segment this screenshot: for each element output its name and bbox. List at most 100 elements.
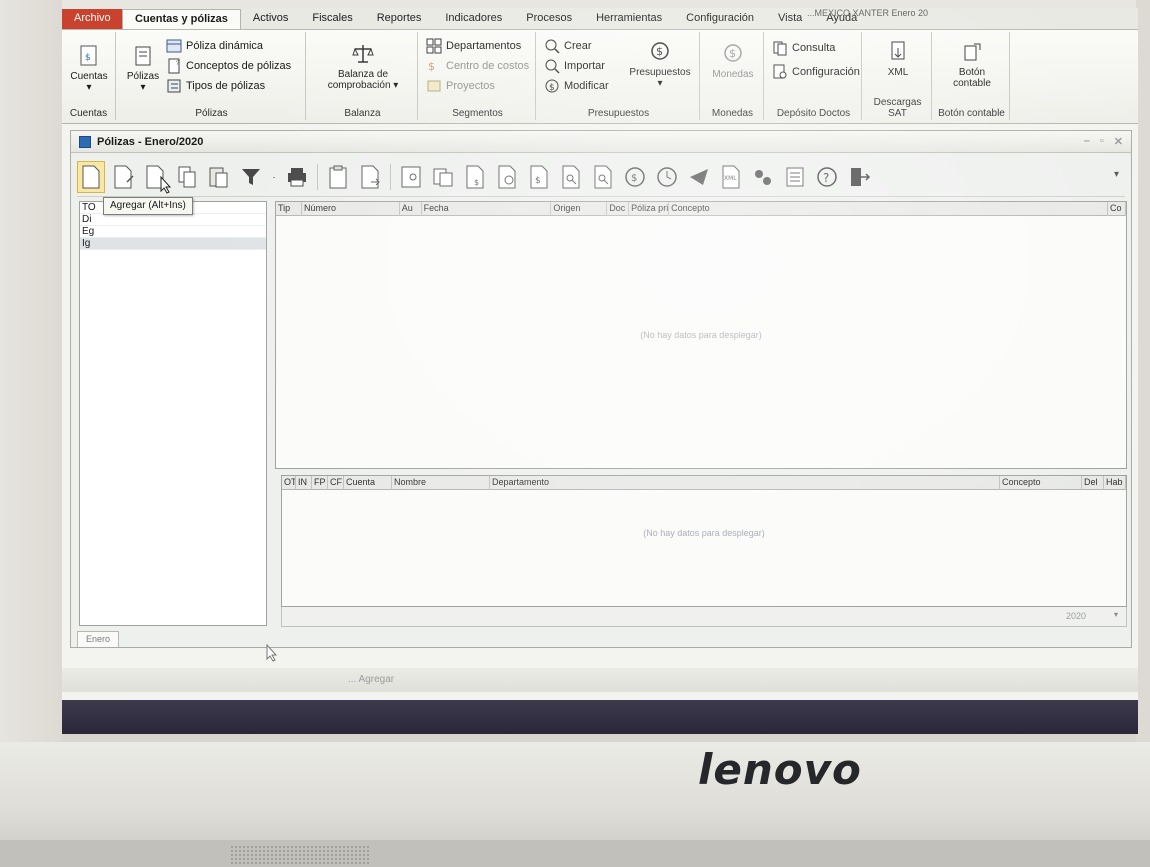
currency-cycle-button[interactable]: $ (621, 161, 649, 193)
movimientos-column-header[interactable]: IN (296, 476, 312, 490)
polizas-column-header[interactable]: Au (400, 202, 422, 216)
monedas-button[interactable]: $ Monedas (706, 42, 760, 80)
movimientos-column-header[interactable]: OT (282, 476, 296, 490)
export-button[interactable] (356, 161, 384, 193)
search-doc-icon (562, 165, 580, 188)
restore-button[interactable]: ▫ (1100, 135, 1104, 148)
document-stack-icon (135, 46, 151, 66)
search-doc-2-button[interactable] (589, 161, 617, 193)
edit-button[interactable] (109, 161, 137, 193)
copy-button[interactable] (173, 161, 201, 193)
attach-button[interactable] (397, 161, 425, 193)
minimize-button[interactable]: – (1084, 135, 1090, 148)
polizas-column-header[interactable]: Origen (551, 202, 608, 216)
help-button[interactable]: ? (813, 161, 841, 193)
chevron-down-icon[interactable]: ▾ (1114, 610, 1118, 619)
exit-button[interactable] (845, 161, 873, 193)
movimientos-column-header[interactable]: Hab (1104, 476, 1126, 490)
xml-button[interactable]: XML (870, 40, 926, 78)
poliza-dinamica-button[interactable]: Póliza dinámica (166, 38, 263, 54)
print-button[interactable] (283, 161, 311, 193)
xml-doc-button[interactable]: XML (717, 161, 745, 193)
departamentos-button[interactable]: Departamentos (426, 38, 521, 54)
consulta-button[interactable]: Consulta (772, 40, 835, 56)
close-button[interactable]: ✕ (1114, 135, 1123, 148)
type-item-eg[interactable]: Eg (80, 226, 266, 238)
edit-doc-icon (114, 165, 134, 188)
payment-doc-button[interactable]: $ (461, 161, 489, 193)
polizas-empty-message: (No hay datos para desplegar) (640, 330, 762, 340)
menu-reportes[interactable]: Reportes (365, 9, 434, 29)
centro-costos-button[interactable]: $ Centro de costos (426, 58, 529, 74)
group-cuentas: $ Cuentas ▾ Cuentas (62, 32, 116, 120)
exit-icon (851, 167, 871, 186)
polizas-column-header[interactable]: Fecha (422, 202, 552, 216)
polizas-column-header[interactable]: Póliza pri (629, 202, 670, 216)
menu-herramientas[interactable]: Herramientas (584, 9, 674, 29)
clipboard-button[interactable] (324, 161, 352, 193)
menu-indicadores[interactable]: Indicadores (433, 9, 514, 29)
speaker-grill (230, 845, 370, 865)
menu-activos[interactable]: Activos (241, 9, 300, 29)
polizas-column-header[interactable]: Número (302, 202, 400, 216)
polizas-column-header[interactable]: Doc (607, 202, 630, 216)
menu-configuracion[interactable]: Configuración (674, 9, 766, 29)
scale-icon (352, 45, 374, 63)
settings-button[interactable] (749, 161, 777, 193)
period-tabs: Enero (77, 631, 1125, 647)
notes-button[interactable] (781, 161, 809, 193)
duplicate-button[interactable] (429, 161, 457, 193)
movimientos-column-header[interactable]: FP (312, 476, 328, 490)
movimientos-column-header[interactable]: Cuenta (344, 476, 392, 490)
send-button[interactable] (685, 161, 713, 193)
configuracion-deposito-button[interactable]: Configuración (772, 64, 860, 80)
month-tab-enero[interactable]: Enero (77, 631, 120, 647)
filter-button[interactable] (237, 161, 265, 193)
filter-icon (242, 168, 260, 185)
menu-cuentas-polizas[interactable]: Cuentas y pólizas (122, 9, 241, 29)
paste-button[interactable] (205, 161, 233, 193)
cfdi-button[interactable] (493, 161, 521, 193)
monitor-bezel-left (0, 0, 62, 867)
money-doc-button[interactable]: $ (525, 161, 553, 193)
crear-presupuesto-button[interactable]: Crear (544, 38, 592, 54)
movimientos-empty-message: (No hay datos para desplegar) (643, 528, 765, 538)
add-button[interactable] (77, 160, 105, 193)
conceptos-polizas-button[interactable]: ? Conceptos de pólizas (166, 58, 291, 74)
movimientos-column-header[interactable]: Nombre (392, 476, 490, 490)
movimientos-column-header[interactable]: Departamento (490, 476, 1000, 490)
tipos-polizas-button[interactable]: Tipos de pólizas (166, 78, 265, 94)
movimientos-column-header[interactable]: Concepto (1000, 476, 1082, 490)
cuentas-button[interactable]: $ Cuentas ▾ (68, 44, 110, 93)
menu-fiscales[interactable]: Fiscales (300, 9, 364, 29)
menu-file[interactable]: Archivo (62, 9, 122, 29)
svg-text:$: $ (729, 47, 736, 60)
modificar-presupuesto-button[interactable]: $ Modificar (544, 78, 609, 94)
search-doc-button[interactable] (557, 161, 585, 193)
year-field[interactable]: 2020 (1066, 611, 1086, 621)
accounting-button-icon (964, 43, 981, 61)
toolbar-overflow[interactable]: ▾ (1114, 169, 1119, 180)
svg-text:$: $ (549, 83, 555, 93)
proyectos-button[interactable]: Proyectos (426, 78, 495, 94)
refresh-button[interactable] (653, 161, 681, 193)
budget-coin-icon: $ (651, 42, 669, 60)
type-item-ig[interactable]: Ig (80, 238, 266, 250)
menu-procesos[interactable]: Procesos (514, 9, 584, 29)
filter-dropdown[interactable]: · (269, 161, 279, 193)
polizas-column-header[interactable]: Concepto (669, 202, 1109, 216)
movimientos-column-header[interactable]: Del (1082, 476, 1104, 490)
importar-presupuesto-button[interactable]: Importar (544, 58, 605, 74)
balanza-button[interactable]: Balanza de comprobación ▾ (314, 42, 412, 91)
group-deposito: Consulta Configuración Depósito Doctos (766, 32, 862, 120)
polizas-button[interactable]: Pólizas ▾ (124, 44, 162, 93)
boton-contable-button[interactable]: Botón contable (940, 40, 1004, 89)
movimientos-column-header[interactable]: CF (328, 476, 344, 490)
polizas-column-header[interactable]: Tip (276, 202, 302, 216)
presupuestos-button[interactable]: $ Presupuestos ▾ (624, 40, 696, 89)
cfdi-doc-icon (498, 165, 516, 188)
polizas-column-header[interactable]: Co (1108, 202, 1126, 216)
currency-icon: $ (724, 44, 742, 62)
modify-budget-icon: $ (545, 79, 559, 93)
type-item-di[interactable]: Di (80, 214, 266, 226)
